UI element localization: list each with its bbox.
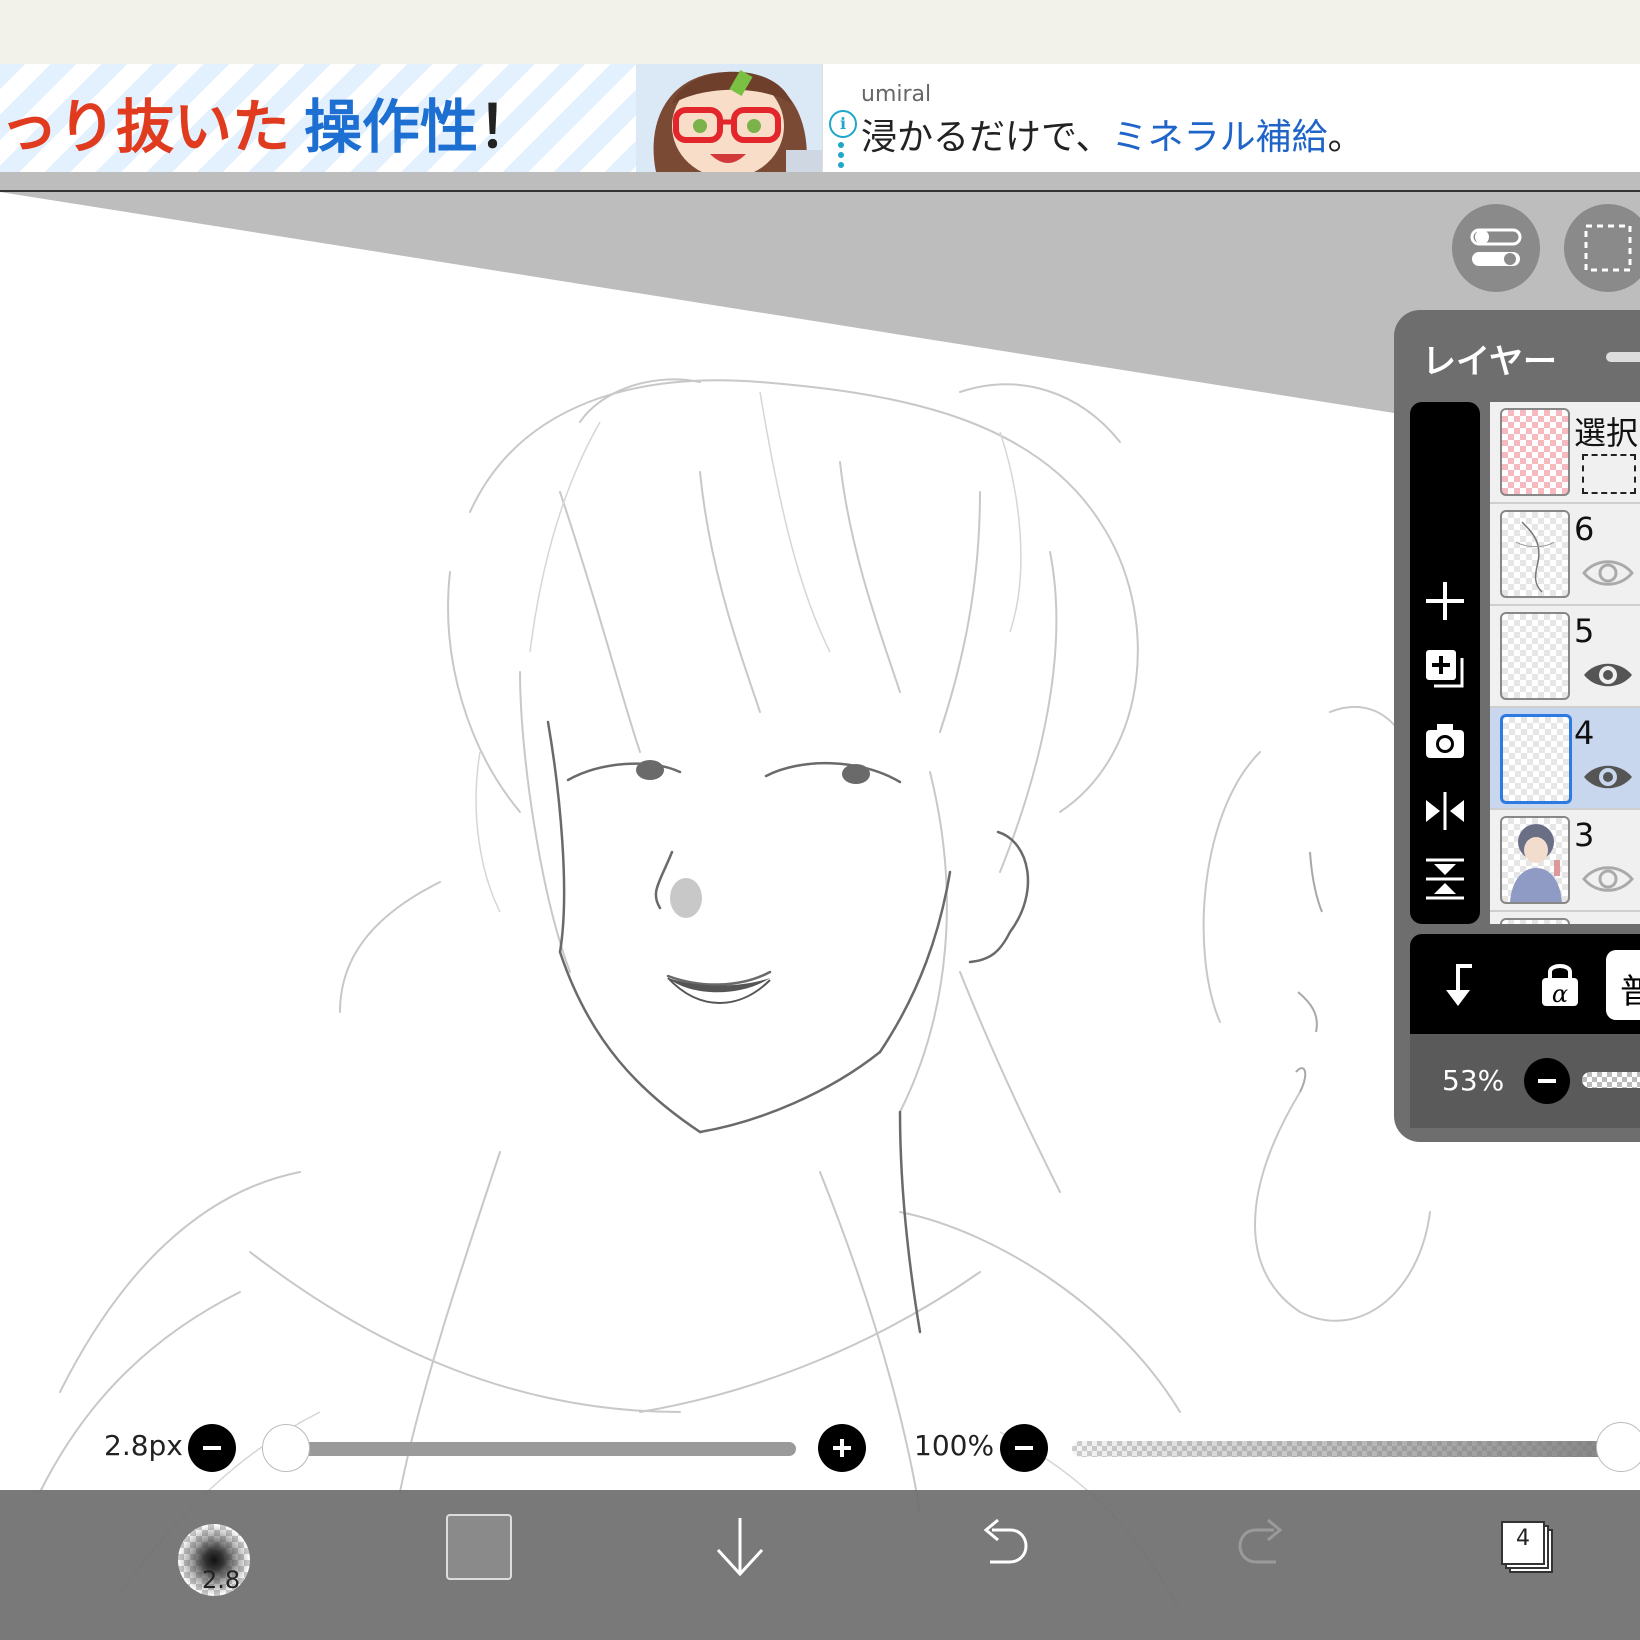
eye-hidden-icon[interactable] (1582, 862, 1634, 896)
layer-thumbnail (1500, 612, 1570, 700)
selection-marquee-icon (1582, 454, 1636, 494)
layer-name: 3 (1574, 816, 1595, 854)
flip-horizontal-icon[interactable] (1422, 788, 1468, 834)
brush-opacity-value: 100% (914, 1429, 995, 1462)
brush-size-slider[interactable] (262, 1442, 796, 1456)
ad-headline-red: っり抜いた (0, 93, 291, 161)
add-layer-icon[interactable] (1422, 578, 1468, 624)
layer-row-3[interactable]: 3 (1490, 810, 1640, 912)
duplicate-layer-icon[interactable] (1422, 646, 1468, 692)
download-icon[interactable] (712, 1514, 768, 1580)
bottom-toolbar: 2.8 4 (0, 1490, 1640, 1640)
ad-tagline-highlight: ミネラル補給 (1111, 117, 1328, 158)
ad-headline-mark: ！ (478, 93, 537, 161)
brush-size-knob[interactable] (262, 1424, 310, 1472)
layer-panel-minimize[interactable] (1606, 352, 1640, 362)
ad-info-icon[interactable]: i (829, 110, 857, 138)
ad-sponsor-name: umiral (861, 82, 932, 107)
layer-panel-title: レイヤー (1422, 342, 1557, 382)
brush-opacity-slider[interactable] (1072, 1441, 1620, 1457)
layer-row-selection[interactable]: 選択 (1490, 402, 1640, 504)
ad-text-panel[interactable]: i umiral 浸かるだけで、ミネラル補給。 (822, 64, 1640, 172)
layer-opacity-row: 53% (1410, 1034, 1640, 1128)
brush-opacity-decrease-button[interactable] (1000, 1424, 1048, 1472)
ad-tagline-prefix: 浸かるだけで、 (861, 117, 1112, 158)
ad-tagline-suffix: 。 (1327, 117, 1364, 158)
layer-opacity-slider[interactable] (1582, 1072, 1640, 1088)
layer-list[interactable]: 選択 6 5 4 3 (1490, 402, 1640, 924)
ad-character-illustration (636, 64, 822, 172)
layer-row-6[interactable]: 6 (1490, 504, 1640, 606)
toggle-icon (1470, 228, 1522, 266)
camera-icon[interactable] (1422, 718, 1468, 764)
marquee-icon (1584, 224, 1632, 272)
layer-actions-bar: α 普 (1410, 934, 1640, 1034)
brush-size-value: 2.8px (104, 1429, 183, 1462)
layer-name: 4 (1574, 714, 1595, 752)
brush-size-decrease-button[interactable] (188, 1424, 236, 1472)
layer-panel[interactable]: レイヤー 選択 6 5 4 3 α 普 53% (1394, 310, 1640, 1142)
layer-opacity-value: 53% (1442, 1064, 1505, 1097)
eye-visible-icon[interactable] (1582, 658, 1634, 692)
blend-mode-button[interactable]: 普 (1606, 950, 1640, 1020)
layer-count-badge: 4 (1516, 1526, 1530, 1551)
color-swatch[interactable] (446, 1514, 512, 1580)
layer-name: 選択 (1574, 414, 1639, 452)
eye-visible-icon[interactable] (1582, 760, 1634, 794)
layer-thumbnail (1500, 918, 1570, 924)
layer-thumbnail (1500, 816, 1570, 904)
brush-preview-icon[interactable]: 2.8 (178, 1524, 250, 1596)
layer-thumbnail (1500, 510, 1570, 598)
alpha-lock-icon[interactable]: α (1538, 960, 1582, 1010)
brush-size-increase-button[interactable] (818, 1424, 866, 1472)
brush-opacity-knob[interactable] (1596, 1422, 1640, 1472)
brush-slider-row: 2.8px 100% (0, 1416, 1640, 1476)
brush-size-badge: 2.8 (202, 1566, 241, 1594)
ad-headline: っり抜いた 操作性！ (0, 80, 536, 164)
layer-name: 6 (1574, 510, 1595, 548)
ad-more-icon[interactable] (838, 142, 844, 168)
redo-icon[interactable] (1236, 1518, 1292, 1572)
layer-thumbnail (1500, 408, 1570, 496)
layer-row-partial[interactable] (1490, 912, 1640, 924)
ad-banner[interactable]: っり抜いた 操作性！ i umiral 浸かるだけで、ミネラル補給。 (0, 64, 1640, 172)
ad-headline-blue: 操作性 (304, 93, 479, 161)
ad-image-left[interactable]: っり抜いた 操作性！ (0, 64, 822, 172)
layer-row-4[interactable]: 4 (1490, 708, 1640, 810)
layer-opacity-decrease-button[interactable] (1524, 1058, 1570, 1104)
svg-text:α: α (1552, 980, 1568, 1008)
layer-name: 5 (1574, 612, 1595, 650)
eye-hidden-icon[interactable] (1582, 556, 1634, 590)
selection-tool-button[interactable] (1564, 204, 1640, 292)
status-bar (0, 0, 1640, 64)
ad-tagline: 浸かるだけで、ミネラル補給。 (861, 108, 1364, 160)
layer-row-5[interactable]: 5 (1490, 606, 1640, 708)
undo-icon[interactable] (974, 1518, 1030, 1572)
merge-down-icon[interactable] (1438, 960, 1482, 1010)
toggle-toolbar-button[interactable] (1452, 204, 1540, 292)
layers-icon[interactable]: 4 (1500, 1520, 1558, 1578)
flip-vertical-icon[interactable] (1422, 856, 1468, 902)
layer-thumbnail (1500, 714, 1572, 804)
layer-tool-strip (1410, 402, 1480, 924)
